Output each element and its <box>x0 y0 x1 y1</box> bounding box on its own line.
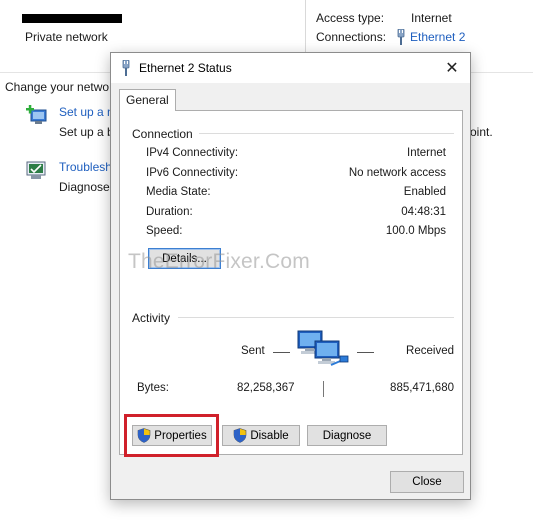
sent-label: Sent <box>241 345 265 357</box>
dialog-titlebar[interactable]: Ethernet 2 Status ✕ <box>111 53 470 83</box>
network-cable-icon <box>397 29 405 45</box>
received-label: Received <box>406 345 454 357</box>
speed-value: 100.0 Mbps <box>385 225 446 237</box>
access-type-label: Access type: <box>316 11 385 25</box>
redacted-network-name <box>22 14 122 23</box>
close-icon[interactable]: ✕ <box>442 58 462 78</box>
ipv4-label: IPv4 Connectivity: <box>146 147 239 159</box>
disable-button[interactable]: Disable <box>222 425 300 446</box>
duration-value: 04:48:31 <box>401 206 446 218</box>
sent-dash <box>273 352 290 353</box>
change-settings-heading: Change your netwo <box>5 80 110 94</box>
bytes-divider <box>323 381 324 397</box>
activity-group-line <box>178 317 454 318</box>
setup-desc-fragment: oint. <box>470 125 493 139</box>
ipv6-value: No network access <box>348 167 446 179</box>
connection-group-label: Connection <box>132 127 199 141</box>
connection-group-line <box>190 133 454 134</box>
media-state-label: Media State: <box>146 186 211 198</box>
connection-link[interactable]: Ethernet 2 <box>396 29 465 45</box>
uac-shield-icon <box>234 428 247 443</box>
diagnose-button[interactable]: Diagnose <box>307 425 387 446</box>
network-computers-icon <box>297 330 349 366</box>
received-dash <box>357 352 374 353</box>
disable-button-label: Disable <box>250 429 289 442</box>
troubleshoot-link[interactable]: Troublesh <box>59 160 112 174</box>
media-state-value: Enabled <box>403 186 446 198</box>
connection-link-label: Ethernet 2 <box>410 30 466 44</box>
duration-label: Duration: <box>146 206 193 218</box>
close-button[interactable]: Close <box>390 471 464 493</box>
details-button[interactable]: Details... <box>148 248 221 269</box>
ipv4-value: Internet <box>407 147 446 159</box>
setup-connection-desc: Set up a b <box>59 125 114 139</box>
vertical-divider <box>305 0 306 52</box>
connections-label: Connections: <box>316 30 387 44</box>
bytes-received-value: 885,471,680 <box>390 382 454 394</box>
new-connection-icon <box>26 105 47 124</box>
properties-highlight-box <box>124 414 219 457</box>
activity-group-label: Activity <box>132 311 177 325</box>
bytes-label: Bytes: <box>137 382 169 394</box>
network-type-text: Private network <box>25 30 108 44</box>
bytes-sent-value: 82,258,367 <box>237 382 295 394</box>
setup-connection-link[interactable]: Set up a n <box>59 105 114 119</box>
speed-label: Speed: <box>146 225 183 237</box>
troubleshoot-icon <box>26 161 46 179</box>
dialog-title: Ethernet 2 Status <box>139 61 232 75</box>
general-tab-panel: Connection IPv4 Connectivity: Internet I… <box>119 110 463 455</box>
tab-general[interactable]: General <box>119 89 176 111</box>
ipv6-label: IPv6 Connectivity: <box>146 167 239 179</box>
network-cable-icon <box>122 60 130 76</box>
access-type-value: Internet <box>411 11 452 25</box>
troubleshoot-desc: Diagnose <box>59 180 110 194</box>
